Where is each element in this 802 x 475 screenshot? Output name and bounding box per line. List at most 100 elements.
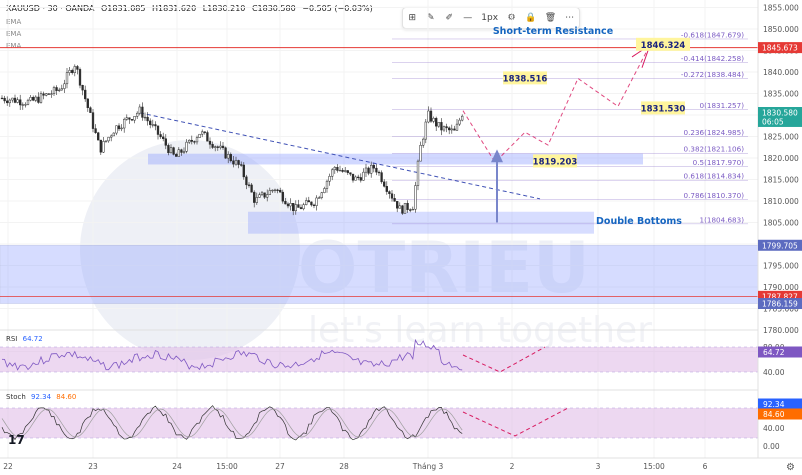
candle-body (115, 125, 118, 134)
price-marker-label: 1845.673 (762, 44, 798, 53)
fib-level-label: 0(1831.257) (700, 101, 745, 110)
candle-body (149, 120, 152, 125)
candle-body (68, 70, 71, 73)
candle-body (227, 154, 230, 159)
candle-body (94, 128, 97, 133)
candle-body (76, 66, 79, 70)
candle-body (89, 107, 92, 113)
candle-body (117, 125, 121, 130)
candle-body (445, 126, 448, 129)
candle-body (159, 134, 162, 138)
price-marker-label: 06:05 (762, 117, 784, 126)
candle-body (234, 160, 238, 165)
candle-body (211, 144, 214, 148)
candle-body (154, 124, 157, 127)
candle-body (375, 167, 378, 173)
candle-body (216, 146, 219, 148)
candle-body (195, 137, 199, 143)
candle-body (357, 176, 360, 179)
candle-body (232, 160, 235, 165)
candle-body (427, 110, 430, 123)
double-bottoms-label: Double Bottoms (596, 216, 682, 227)
tradingview-logo: 17 (8, 433, 25, 447)
candle-body (229, 154, 232, 162)
candle-body (102, 141, 105, 153)
candle-body (3, 97, 6, 102)
candle-body (344, 170, 347, 172)
price-target-label: 1846.324 (641, 41, 686, 51)
candle-body (11, 97, 14, 101)
price-tick-label: 1795.000 (763, 262, 799, 271)
candle-body (151, 124, 154, 126)
candle-body (419, 145, 422, 162)
price-tick-label: 1835.000 (763, 90, 799, 99)
time-tick-label: 27 (275, 462, 285, 471)
candle-body (323, 188, 326, 193)
candle-body (393, 198, 396, 202)
price-tick-label: 1850.000 (763, 25, 799, 34)
candle-body (78, 69, 82, 86)
candle-body (65, 72, 69, 85)
candle-body (182, 150, 186, 153)
candle-body (258, 194, 261, 198)
candle-body (81, 85, 84, 91)
candle-body (164, 138, 167, 146)
time-tick-label: 15:00 (216, 462, 238, 471)
candle-body (383, 181, 386, 187)
support-zone (0, 244, 759, 304)
candle-body (435, 117, 438, 127)
candle-body (6, 100, 9, 104)
candle-body (453, 128, 456, 131)
price-marker-label: 1786.159 (762, 300, 798, 309)
candle-body (19, 99, 22, 106)
candle-body (377, 171, 381, 174)
candle-body (39, 93, 43, 103)
candle-body (143, 116, 147, 119)
candle-body (367, 167, 370, 174)
candle-body (250, 184, 253, 193)
candle-body (0, 97, 4, 100)
price-target-label: 1831.530 (641, 104, 686, 114)
candle-body (442, 126, 446, 131)
candle-body (224, 147, 227, 159)
candle-body (328, 176, 331, 182)
candle-body (255, 197, 258, 203)
candle-body (429, 110, 433, 122)
candle-body (190, 139, 193, 142)
stoch-tick-label: 84.60 (763, 410, 785, 419)
candle-body (331, 169, 334, 177)
candle-body (398, 205, 401, 209)
candle-body (364, 167, 368, 173)
stoch-band (0, 408, 758, 438)
candle-body (307, 200, 310, 203)
candle-body (281, 191, 284, 202)
price-tick-label: 1825.000 (763, 133, 799, 142)
candle-body (299, 207, 303, 210)
candle-body (167, 145, 170, 154)
candle-body (338, 169, 342, 172)
stoch-tick-label: 0.00 (763, 442, 780, 451)
time-tick-label: 23 (88, 462, 98, 471)
time-tick-label: 28 (339, 462, 349, 471)
candle-body (37, 96, 40, 103)
gear-icon[interactable]: ⚙ (786, 462, 795, 473)
candle-body (208, 140, 212, 145)
candle-body (97, 132, 100, 141)
price-tick-label: 1840.000 (763, 68, 799, 77)
stoch-tick-label: 92.34 (763, 400, 785, 409)
candle-body (461, 115, 464, 121)
candle-body (302, 204, 305, 210)
short-term-resistance-label: Short-term Resistance (493, 26, 613, 37)
candle-body (450, 128, 453, 131)
candle-body (422, 138, 425, 146)
candle-body (305, 200, 308, 205)
candle-body (24, 104, 27, 106)
candle-body (320, 192, 323, 198)
candle-body (333, 167, 336, 171)
candle-body (180, 149, 183, 153)
price-chart[interactable]: TOTRIEUlet's learn together-1(1857.830)-… (0, 0, 802, 475)
rsi-label: RSI 64.72 (6, 335, 43, 343)
fib-level-label: -0.272(1838.484) (681, 70, 744, 79)
candle-body (32, 96, 35, 101)
candle-body (141, 106, 144, 118)
